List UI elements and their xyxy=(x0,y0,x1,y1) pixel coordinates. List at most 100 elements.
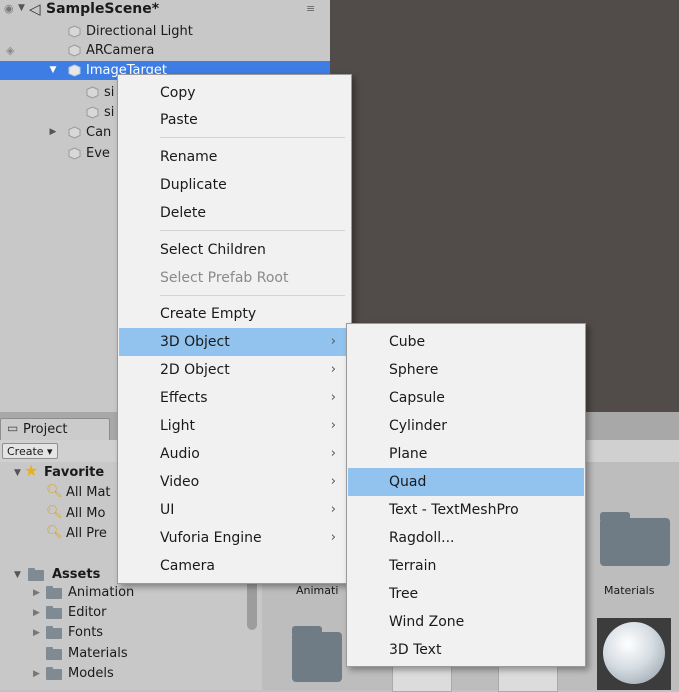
asset-folder-models[interactable]: ▶ Models xyxy=(0,665,262,683)
menu-item-label: Text - TextMeshPro xyxy=(389,502,519,518)
menu-item-label: Select Children xyxy=(160,242,266,258)
menu-item-vuforia-engine[interactable]: Vuforia Engine › xyxy=(119,524,350,552)
chevron-right-icon: › xyxy=(330,418,336,433)
menu-item-terrain[interactable]: Terrain xyxy=(348,552,584,580)
chevron-right-icon: › xyxy=(330,474,336,489)
menu-item-capsule[interactable]: Capsule xyxy=(348,384,584,412)
menu-item-tree[interactable]: Tree xyxy=(348,580,584,608)
menu-item-label: Select Prefab Root xyxy=(160,270,289,286)
menu-item-plane[interactable]: Plane xyxy=(348,440,584,468)
hierarchy-item-label: ARCamera xyxy=(86,43,155,58)
sphere-preview-icon xyxy=(603,622,665,684)
gameobject-icon xyxy=(68,44,81,57)
assets-label: Assets xyxy=(52,567,101,582)
hierarchy-item-directional-light[interactable]: Directional Light xyxy=(0,22,330,41)
menu-item-create-empty[interactable]: Create Empty xyxy=(119,300,350,328)
menu-item-3d-text[interactable]: 3D Text xyxy=(348,636,584,664)
asset-grid-label-animation: Animati xyxy=(296,584,339,597)
asset-folder-animation[interactable]: ▶ Animation xyxy=(0,584,262,602)
menu-item-label: Camera xyxy=(160,558,215,574)
menu-item-duplicate[interactable]: Duplicate xyxy=(119,171,350,199)
visibility-icon[interactable]: ◈ xyxy=(6,41,14,60)
search-icon: 🔍︎ xyxy=(46,525,63,540)
scene-name: SampleScene* xyxy=(46,1,160,17)
menu-item-label: Wind Zone xyxy=(389,614,465,630)
hierarchy-item-label: Eve xyxy=(86,146,110,161)
asset-folder-materials[interactable]: Materials xyxy=(0,645,262,663)
foldout-open-icon[interactable]: ▼ xyxy=(18,3,25,13)
menu-item-select-prefab-root: Select Prefab Root xyxy=(119,264,350,292)
hierarchy-item-label: si xyxy=(104,85,115,100)
asset-folder-materials-thumb[interactable] xyxy=(600,512,670,566)
folder-icon xyxy=(46,647,62,660)
menu-item-label: Delete xyxy=(160,205,206,221)
gameobject-icon xyxy=(68,126,81,139)
menu-item-cube[interactable]: Cube xyxy=(348,328,584,356)
hierarchy-item-label: si xyxy=(104,105,115,120)
menu-item-video[interactable]: Video › xyxy=(119,468,350,496)
menu-item-label: Effects xyxy=(160,390,208,406)
foldout-closed-icon[interactable]: ▶ xyxy=(33,604,40,622)
menu-item-2d-object[interactable]: 2D Object › xyxy=(119,356,350,384)
asset-folder-fonts[interactable]: ▶ Fonts xyxy=(0,624,262,642)
menu-item-label: Create Empty xyxy=(160,306,257,322)
favorites-item-label: All Mat xyxy=(66,485,111,500)
menu-item-label: Cube xyxy=(389,334,426,350)
menu-item-paste[interactable]: Paste xyxy=(119,106,350,134)
menu-item-light[interactable]: Light › xyxy=(119,412,350,440)
foldout-open-icon[interactable]: ▼ xyxy=(14,464,21,482)
menu-item-audio[interactable]: Audio › xyxy=(119,440,350,468)
menu-item-ui[interactable]: UI › xyxy=(119,496,350,524)
asset-folder-label: Editor xyxy=(68,605,107,620)
hierarchy-menu-icon[interactable]: ≡ xyxy=(306,2,315,15)
foldout-open-icon[interactable]: ▼ xyxy=(48,61,58,80)
folder-icon xyxy=(46,586,62,599)
folder-icon xyxy=(46,667,62,680)
menu-item-wind-zone[interactable]: Wind Zone xyxy=(348,608,584,636)
asset-folder-thumb[interactable] xyxy=(292,626,342,682)
asset-folder-editor[interactable]: ▶ Editor xyxy=(0,604,262,622)
menu-item-label: Paste xyxy=(160,112,198,128)
menu-item-label: Capsule xyxy=(389,390,445,406)
foldout-closed-icon[interactable]: ▶ xyxy=(33,624,40,642)
foldout-open-icon[interactable]: ▼ xyxy=(14,566,21,584)
foldout-closed-icon[interactable]: ▶ xyxy=(33,665,40,683)
menu-item-cylinder[interactable]: Cylinder xyxy=(348,412,584,440)
asset-grid-label-materials: Materials xyxy=(604,584,655,597)
material-sphere-thumb[interactable] xyxy=(597,618,671,690)
menu-item-label: 3D Text xyxy=(389,642,442,658)
menu-item-effects[interactable]: Effects › xyxy=(119,384,350,412)
menu-item-select-children[interactable]: Select Children xyxy=(119,236,350,264)
gameobject-icon xyxy=(68,147,81,160)
chevron-right-icon: › xyxy=(330,530,336,545)
asset-folder-label: Materials xyxy=(68,646,128,661)
hierarchy-item-label: Can xyxy=(86,125,112,140)
favorites-label: Favorite xyxy=(44,465,105,480)
menu-item-camera[interactable]: Camera xyxy=(119,552,350,580)
hierarchy-item-arcamera[interactable]: ◈ ARCamera xyxy=(0,41,330,60)
gameobject-icon xyxy=(86,86,99,99)
search-icon: 🔍︎ xyxy=(46,505,63,520)
menu-item-sphere[interactable]: Sphere xyxy=(348,356,584,384)
foldout-closed-icon[interactable]: ▶ xyxy=(48,123,58,142)
create-button[interactable]: Create ▾ xyxy=(2,443,58,459)
menu-item-label: UI xyxy=(160,502,175,518)
asset-folder-label: Models xyxy=(68,666,114,681)
menu-item-rename[interactable]: Rename xyxy=(119,143,350,171)
menu-item-delete[interactable]: Delete xyxy=(119,199,350,227)
menu-item-label: Audio xyxy=(160,446,200,462)
search-icon: 🔍︎ xyxy=(46,484,63,499)
foldout-closed-icon[interactable]: ▶ xyxy=(33,584,40,602)
folder-icon xyxy=(28,568,44,581)
folder-icon xyxy=(46,626,62,639)
tab-project[interactable]: ▭ Project xyxy=(0,418,110,441)
eye-icon[interactable]: ◉ xyxy=(4,2,14,15)
menu-item-ragdoll[interactable]: Ragdoll... xyxy=(348,524,584,552)
menu-item-quad[interactable]: Quad xyxy=(348,468,584,496)
menu-item-copy[interactable]: Copy xyxy=(119,79,350,107)
menu-item-3d-object[interactable]: 3D Object › xyxy=(119,328,350,356)
menu-item-text-textmeshpro[interactable]: Text - TextMeshPro xyxy=(348,496,584,524)
hierarchy-scene-header[interactable]: ◉ ▼ ◁ SampleScene* ≡ xyxy=(0,0,330,20)
menu-item-label: Video xyxy=(160,474,200,490)
favorites-item-label: All Pre xyxy=(66,526,107,541)
